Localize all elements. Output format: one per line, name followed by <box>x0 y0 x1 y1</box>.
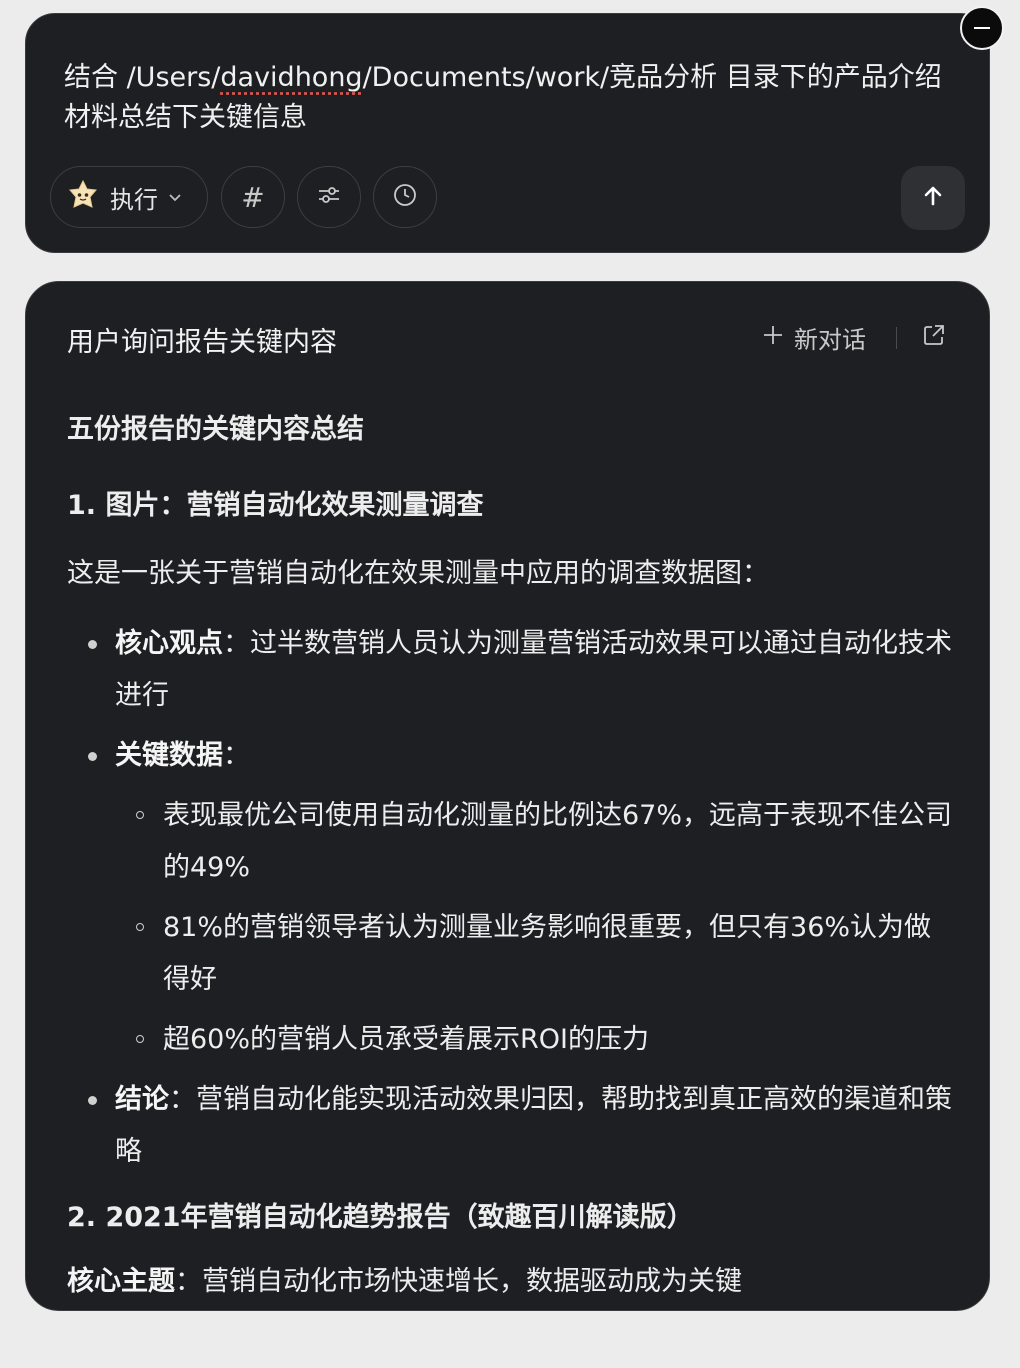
chat-actions: 新对话 <box>762 320 945 355</box>
section2-title: 2. 2021年营销自动化趋势报告（致趣百川解读版） <box>67 1202 694 1233</box>
minus-icon <box>974 27 990 29</box>
section2-theme: 核心主题：营销自动化市场快速增长，数据驱动成为关键 <box>67 1262 957 1302</box>
theme-text: ：营销自动化市场快速增长，数据驱动成为关键 <box>175 1266 742 1297</box>
hash-icon: # <box>241 180 265 214</box>
sliders-icon <box>316 184 342 210</box>
new-chat-label: 新对话 <box>794 326 866 354</box>
section1-title: 1. 图片：营销自动化效果测量调查 <box>67 490 484 521</box>
prompt-text-misspelled: davidhong <box>220 62 363 93</box>
open-external-icon[interactable] <box>923 324 945 352</box>
mode-label: 执行 <box>110 185 158 214</box>
list-item-conclusion: 结论：营销自动化能实现活动效果归因，帮助找到真正高效的渠道和策略 <box>67 1074 957 1178</box>
chat-panel: 用户询问报告关键内容 新对话 五份报告的关键内容总结 1. 图片：营销自动化效果… <box>25 281 990 1311</box>
data-label: 关键数据 <box>115 740 223 771</box>
collapse-button[interactable] <box>960 6 1004 50</box>
data-points-list: 表现最优公司使用自动化测量的比例达67%，远高于表现不佳公司的49% 81%的营… <box>115 790 957 1066</box>
chat-title: 用户询问报告关键内容 <box>67 327 337 358</box>
data-point: 表现最优公司使用自动化测量的比例达67%，远高于表现不佳公司的49% <box>115 790 957 894</box>
send-button[interactable] <box>901 166 965 230</box>
response-heading: 五份报告的关键内容总结 <box>67 414 364 445</box>
arrow-up-icon <box>920 183 946 213</box>
toolbar-divider <box>896 326 897 349</box>
prompt-input[interactable]: 结合 /Users/davidhong/Documents/work/竞品分析 … <box>64 58 944 138</box>
data-point: 81%的营销领导者认为测量业务影响很重要，但只有36%认为做得好 <box>115 902 957 1006</box>
composer-panel: 结合 /Users/davidhong/Documents/work/竞品分析 … <box>25 13 990 253</box>
section1-intro: 这是一张关于营销自动化在效果测量中应用的调查数据图： <box>67 558 769 589</box>
plus-icon <box>762 324 784 352</box>
list-item-core: 核心观点：过半数营销人员认为测量营销活动效果可以通过自动化技术进行 <box>67 618 957 722</box>
theme-label: 核心主题 <box>67 1266 175 1297</box>
chevron-down-icon <box>168 188 182 207</box>
data-colon: ： <box>223 740 250 771</box>
list-item-data: 关键数据： 表现最优公司使用自动化测量的比例达67%，远高于表现不佳公司的49%… <box>67 730 957 1066</box>
prompt-text-part1: 结合 /Users/ <box>64 62 221 93</box>
clock-icon <box>392 182 418 212</box>
data-point: 超60%的营销人员承受着展示ROI的压力 <box>115 1014 957 1066</box>
tag-button[interactable]: # <box>221 166 285 228</box>
core-text: ：过半数营销人员认为测量营销活动效果可以通过自动化技术进行 <box>115 628 952 711</box>
conclusion-text: ：营销自动化能实现活动效果归因，帮助找到真正高效的渠道和策略 <box>115 1084 952 1167</box>
history-button[interactable] <box>373 166 437 228</box>
settings-button[interactable] <box>297 166 361 228</box>
mode-selector-button[interactable]: 执行 <box>50 166 208 228</box>
new-chat-button[interactable]: 新对话 <box>762 320 866 355</box>
response-content: 五份报告的关键内容总结 1. 图片：营销自动化效果测量调查 这是一张关于营销自动… <box>67 410 957 1302</box>
star-face-icon <box>66 178 100 216</box>
conclusion-label: 结论 <box>115 1084 169 1115</box>
core-label: 核心观点 <box>115 628 223 659</box>
section1-list: 核心观点：过半数营销人员认为测量营销活动效果可以通过自动化技术进行 关键数据： … <box>67 618 957 1178</box>
